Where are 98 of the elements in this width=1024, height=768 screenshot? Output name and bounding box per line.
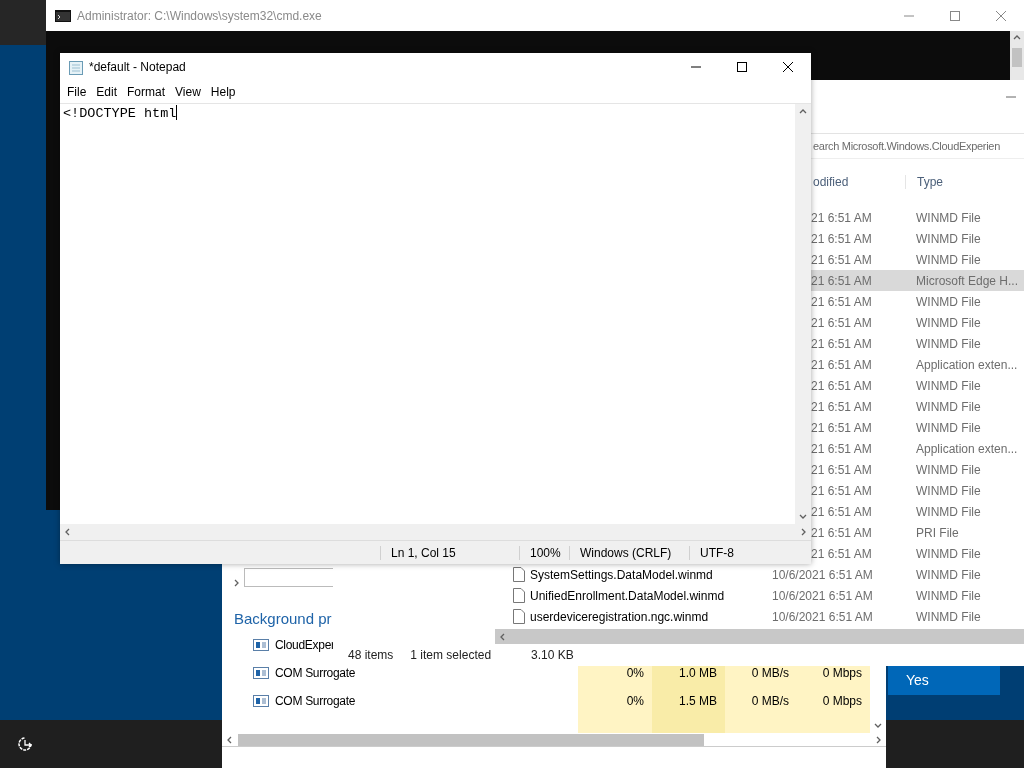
date-modified: 21 6:51 AM [811, 210, 873, 225]
process-name[interactable]: COM Surrogate [275, 666, 356, 680]
date-modified: 21 6:51 AM [811, 252, 873, 267]
date-modified: 21 6:51 AM [811, 441, 873, 456]
scroll-left-icon[interactable] [226, 735, 234, 744]
date-modified: 21 6:51 AM [811, 525, 873, 540]
process-name[interactable]: COM Surrogate [275, 694, 356, 708]
date-modified: 21 6:51 AM [811, 231, 873, 246]
file-name: UnifiedEnrollment.DataModel.winmd [530, 588, 725, 603]
scroll-up-icon[interactable] [799, 108, 807, 116]
close-icon [996, 10, 1006, 21]
table-cell: 0% [578, 687, 652, 715]
date-modified: 10/6/2021 6:51 AM [772, 609, 874, 624]
menu-item[interactable]: Help [205, 85, 241, 99]
scroll-right-icon[interactable] [799, 528, 807, 536]
scroll-down-icon[interactable] [799, 512, 807, 520]
menu-item[interactable]: Format [122, 85, 171, 99]
date-modified: 10/6/2021 6:51 AM [772, 567, 874, 582]
date-modified: 21 6:51 AM [811, 315, 873, 330]
file-type: Application exten... [915, 441, 1019, 456]
text-editor[interactable]: <!DOCTYPE html [60, 104, 795, 524]
file-row[interactable]: 21 6:51 AM Microsoft Edge H... [811, 270, 1024, 291]
file-type: WINMD File [915, 462, 982, 477]
file-type: WINMD File [915, 315, 982, 330]
file-type: PRI File [915, 525, 960, 540]
status-text: Windows (CRLF) [569, 545, 689, 560]
table-cell: 1.5 MB [652, 687, 725, 715]
status-text: 3.10 KB [531, 648, 574, 662]
file-type: WINMD File [915, 483, 982, 498]
file-type: WINMD File [915, 210, 982, 225]
date-modified: 21 6:51 AM [811, 462, 873, 477]
scroll-left-icon[interactable] [64, 528, 72, 536]
close-icon [783, 62, 793, 72]
status-text: UTF-8 [689, 545, 789, 560]
file-type: WINMD File [915, 252, 982, 267]
scrollbar-track[interactable] [495, 629, 1024, 644]
date-modified: 10/6/2021 6:51 AM [772, 588, 874, 603]
menu-item[interactable]: Edit [91, 85, 123, 99]
scroll-left-icon[interactable] [499, 632, 507, 641]
file-type: WINMD File [915, 231, 982, 246]
file-name: SystemSettings.DataModel.winmd [530, 567, 713, 582]
window-icon [253, 639, 269, 651]
date-modified: 21 6:51 AM [811, 546, 873, 561]
file-type: WINMD File [915, 378, 982, 393]
file-type: WINMD File [915, 294, 982, 309]
scrollbar-thumb[interactable] [238, 733, 704, 746]
window-title: *default - Notepad [89, 60, 186, 74]
date-modified: 21 6:51 AM [811, 273, 873, 288]
scroll-right-icon[interactable] [874, 735, 882, 744]
scroll-up-icon[interactable] [1013, 34, 1021, 42]
date-modified: 21 6:51 AM [811, 336, 873, 351]
console-icon [55, 9, 71, 22]
clock-arrow-icon[interactable] [16, 735, 34, 753]
status-text: 48 items [348, 648, 394, 662]
window-icon [253, 667, 269, 679]
file-type: WINMD File [915, 399, 982, 414]
window-icon [253, 695, 269, 707]
date-modified: 21 6:51 AM [811, 399, 873, 414]
table-cell: 0 MB/s [725, 687, 797, 715]
file-icon [513, 567, 525, 582]
scrollbar-thumb[interactable] [1012, 48, 1022, 67]
column-header[interactable]: odified [811, 174, 905, 189]
menu-item[interactable]: File [62, 85, 92, 99]
chevron-icon[interactable] [232, 579, 240, 587]
date-modified: 21 6:51 AM [811, 483, 873, 498]
file-type: Application exten... [915, 357, 1019, 372]
date-modified: 21 6:51 AM [811, 420, 873, 435]
file-type: WINMD File [915, 420, 982, 435]
file-type: WINMD File [915, 609, 982, 624]
notepad-icon [69, 59, 83, 75]
file-type: WINMD File [915, 504, 982, 519]
input-field[interactable] [244, 568, 336, 587]
date-modified: 21 6:51 AM [811, 378, 873, 393]
file-type: WINMD File [915, 567, 982, 582]
file-icon [513, 588, 525, 603]
file-name: userdeviceregistration.ngc.winmd [530, 609, 709, 624]
date-modified: 21 6:51 AM [811, 504, 873, 519]
file-type: WINMD File [915, 336, 982, 351]
yes-button[interactable]: Yes [888, 665, 1000, 695]
file-type: Microsoft Edge H... [915, 273, 1020, 288]
date-modified: 21 6:51 AM [811, 357, 873, 372]
file-type: WINMD File [915, 588, 982, 603]
file-icon [513, 609, 525, 624]
file-type: WINMD File [915, 546, 982, 561]
process-name[interactable]: CloudExper [275, 638, 335, 652]
status-text: 100% [519, 545, 569, 560]
maximize-icon [737, 62, 747, 72]
date-modified: 21 6:51 AM [811, 294, 873, 309]
status-text: Ln 1, Col 15 [380, 545, 519, 560]
status-text: 1 item selected [410, 648, 492, 662]
table-cell: 0 Mbps [797, 687, 870, 715]
scroll-down-icon[interactable] [874, 721, 882, 729]
section-heading: Background pr [234, 609, 332, 629]
dark-panel [0, 0, 46, 45]
menu-item[interactable]: View [170, 85, 206, 99]
window-title: Administrator: C:\Windows\system32\cmd.exe [77, 8, 322, 23]
maximize-icon [950, 10, 960, 21]
column-header[interactable]: Type [905, 174, 1024, 189]
